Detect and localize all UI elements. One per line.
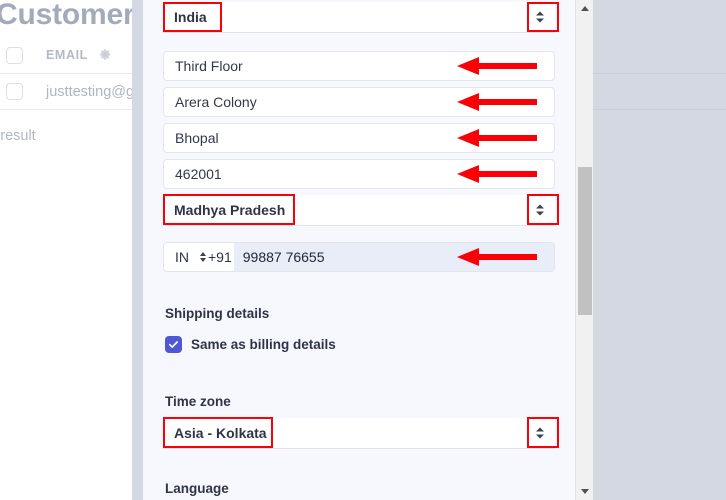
same-as-billing-checkbox[interactable]	[165, 336, 182, 353]
postal-code-input[interactable]: 462001	[163, 159, 555, 189]
same-as-billing-row[interactable]: Same as billing details	[165, 336, 336, 353]
page-title: Customers	[0, 0, 151, 31]
column-header-email: EMAIL	[46, 48, 112, 64]
phone-country-selector[interactable]: IN	[164, 243, 208, 271]
phone-field[interactable]: IN +91 99887 76655	[163, 242, 555, 272]
screen: Customers EMAIL justtesting@gmail result…	[0, 0, 726, 500]
time-zone-value: Asia - Kolkata	[174, 425, 267, 441]
chevron-up-down-icon[interactable]	[533, 425, 546, 442]
gear-icon[interactable]	[99, 48, 112, 64]
scrollbar-thumb[interactable]	[578, 167, 592, 315]
phone-number-value: 99887 76655	[242, 249, 325, 265]
address-line-1-value: Third Floor	[175, 58, 243, 74]
postal-code-value: 462001	[175, 166, 222, 182]
column-header-email-label: EMAIL	[46, 47, 88, 62]
state-select[interactable]: Madhya Pradesh	[163, 195, 555, 226]
check-icon	[168, 341, 179, 348]
chevron-up-down-icon[interactable]	[533, 9, 546, 26]
overlay-dim-right	[593, 0, 726, 500]
chevron-up-down-icon[interactable]	[533, 202, 546, 219]
address-line-2-input[interactable]: Arera Colony	[163, 87, 555, 117]
shipping-details-heading: Shipping details	[165, 306, 270, 321]
country-select-value: India	[174, 9, 207, 25]
chevron-up-down-icon[interactable]	[197, 250, 208, 265]
time-zone-select[interactable]: Asia - Kolkata	[163, 418, 555, 449]
panel-scrollbar[interactable]	[575, 0, 593, 500]
language-label: Language	[165, 481, 229, 496]
city-value: Bhopal	[175, 130, 219, 146]
country-select[interactable]: India	[163, 2, 555, 33]
address-line-2-value: Arera Colony	[175, 94, 257, 110]
select-all-checkbox[interactable]	[6, 47, 23, 64]
address-line-1-input[interactable]: Third Floor	[163, 51, 555, 81]
phone-number-input[interactable]: 99887 76655	[233, 243, 554, 271]
city-input[interactable]: Bhopal	[163, 123, 555, 153]
phone-country-code: IN	[175, 249, 189, 265]
customer-details-panel: India Third Floor Arera Colony Bhopal 46…	[143, 0, 575, 500]
same-as-billing-label: Same as billing details	[191, 337, 336, 352]
result-count: l result	[0, 128, 36, 144]
state-select-value: Madhya Pradesh	[174, 202, 286, 218]
phone-dial-prefix: +91	[208, 249, 232, 265]
time-zone-label: Time zone	[165, 394, 231, 409]
row-select-checkbox[interactable]	[6, 83, 23, 100]
triangle-up-icon[interactable]	[576, 0, 594, 17]
triangle-down-icon[interactable]	[576, 483, 594, 500]
overlay-dim-left	[132, 0, 143, 500]
